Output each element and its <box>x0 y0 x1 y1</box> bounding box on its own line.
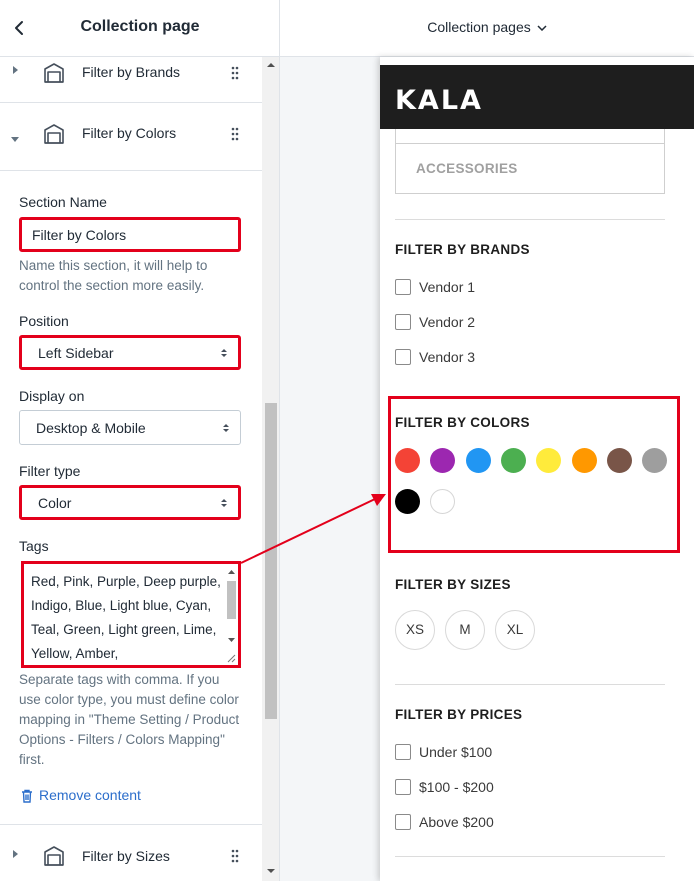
section-label: Filter by Brands <box>82 64 181 80</box>
preview-topbar: Collection pages <box>280 0 694 57</box>
editor-scroll-area: Filter by Brands Filter by Colors Sectio… <box>0 57 262 881</box>
checkbox[interactable] <box>395 744 411 760</box>
editor-scroll-thumb[interactable] <box>265 403 277 719</box>
trash-icon <box>22 789 32 803</box>
filter-type-select[interactable]: Color <box>19 485 241 520</box>
remove-content-label: Remove content <box>39 787 141 803</box>
scroll-up-icon[interactable] <box>266 61 276 69</box>
section-name-label: Section Name <box>19 194 107 210</box>
caret-right-icon <box>13 66 18 74</box>
position-value: Left Sidebar <box>38 345 114 361</box>
remove-content-link[interactable]: Remove content <box>21 787 141 803</box>
checkbox[interactable] <box>395 349 411 365</box>
filter-brands-heading: FILTER BY BRANDS <box>395 242 530 257</box>
brand-label: Vendor 1 <box>419 279 476 295</box>
editor-scrollbar[interactable] <box>262 57 279 881</box>
brand-label: Vendor 3 <box>419 349 476 365</box>
tags-textarea[interactable]: Red, Pink, Purple, Deep purple, Indigo, … <box>21 561 241 668</box>
filter-sizes-heading: FILTER BY SIZES <box>395 577 511 592</box>
divider <box>395 856 665 857</box>
editor-title: Collection page <box>80 18 200 35</box>
position-label: Position <box>19 313 69 329</box>
divider <box>395 684 665 685</box>
tags-help: Separate tags with comma. If you use col… <box>19 672 240 767</box>
section-label: Filter by Colors <box>82 125 177 141</box>
drag-handle-icon[interactable] <box>230 66 240 80</box>
drag-handle-icon[interactable] <box>230 127 240 141</box>
divider <box>395 219 665 220</box>
scroll-up-icon[interactable] <box>227 568 236 576</box>
select-arrows-icon <box>221 499 227 507</box>
filter-type-value: Color <box>38 495 72 511</box>
checkbox[interactable] <box>395 279 411 295</box>
checkbox[interactable] <box>395 314 411 330</box>
colors-highlight-box <box>388 396 680 553</box>
category-accessories[interactable]: ACCESSORIES <box>395 143 665 194</box>
section-icon <box>44 124 64 144</box>
section-icon <box>44 63 64 83</box>
filter-type-label: Filter type <box>19 463 81 479</box>
price-label: Above $200 <box>419 814 494 830</box>
display-on-label: Display on <box>19 388 85 404</box>
scroll-down-icon[interactable] <box>266 867 276 875</box>
store-logo[interactable]: KALA <box>395 85 483 116</box>
tags-scrollbar[interactable] <box>225 565 237 664</box>
store-header: KALA <box>380 65 694 129</box>
category-label: ACCESSORIES <box>416 161 518 176</box>
section-label: Filter by Sizes <box>82 848 170 864</box>
editor-panel: Collection page Filter by Brands Filter … <box>0 0 280 881</box>
section-item-filter-by-brands[interactable]: Filter by Brands <box>0 57 262 103</box>
section-item-filter-by-sizes[interactable]: Filter by Sizes <box>0 825 262 881</box>
size-option[interactable]: M <box>445 610 485 650</box>
section-name-input[interactable]: Filter by Colors <box>19 217 241 252</box>
select-arrows-icon <box>223 424 229 432</box>
display-on-select[interactable]: Desktop & Mobile <box>19 410 241 445</box>
checkbox[interactable] <box>395 779 411 795</box>
section-icon <box>44 846 64 866</box>
page-selector-label: Collection pages <box>427 19 531 35</box>
scroll-down-icon[interactable] <box>227 636 236 644</box>
caret-right-icon <box>13 850 18 858</box>
tags-value: Red, Pink, Purple, Deep purple, Indigo, … <box>31 574 221 661</box>
editor-header: Collection page <box>0 0 279 57</box>
size-option[interactable]: XL <box>495 610 535 650</box>
filter-prices-heading: FILTER BY PRICES <box>395 707 523 722</box>
section-name-value: Filter by Colors <box>32 227 127 243</box>
price-label: Under $100 <box>419 744 493 760</box>
drag-handle-icon[interactable] <box>230 849 240 863</box>
resize-handle-icon[interactable] <box>226 653 236 663</box>
tags-label: Tags <box>19 538 49 554</box>
brand-label: Vendor 2 <box>419 314 476 330</box>
caret-down-icon <box>11 137 19 142</box>
section-name-help: Name this section, it will help to contr… <box>19 258 208 293</box>
tags-scroll-thumb[interactable] <box>227 581 236 619</box>
select-arrows-icon <box>221 349 227 357</box>
checkbox[interactable] <box>395 814 411 830</box>
page-selector[interactable]: Collection pages <box>280 19 694 35</box>
display-on-value: Desktop & Mobile <box>36 420 146 436</box>
size-option[interactable]: XS <box>395 610 435 650</box>
price-label: $100 - $200 <box>419 779 494 795</box>
chevron-down-icon <box>537 25 547 32</box>
section-item-filter-by-colors[interactable]: Filter by Colors <box>0 110 262 171</box>
position-select[interactable]: Left Sidebar <box>19 335 241 370</box>
category-box-top <box>395 129 665 144</box>
